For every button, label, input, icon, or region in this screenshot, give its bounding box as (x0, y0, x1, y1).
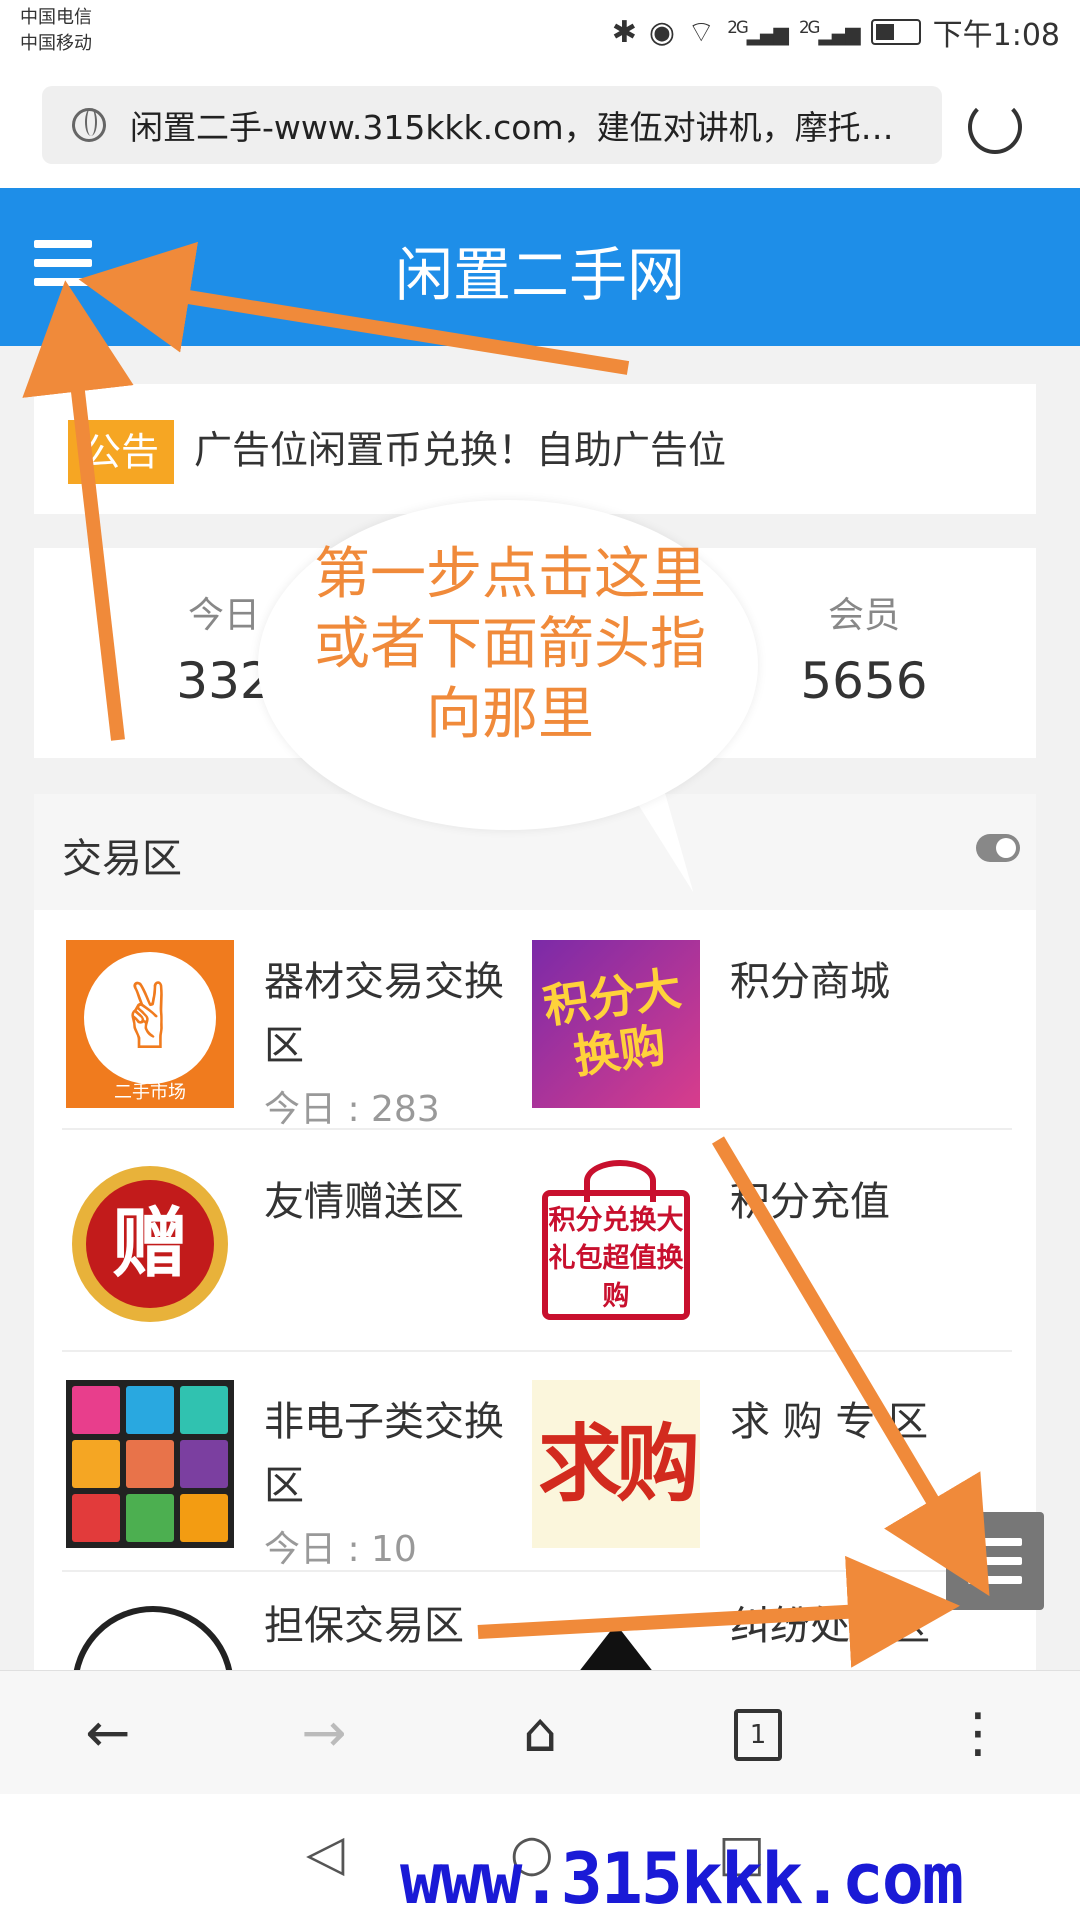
arrow-to-menu-vertical (22, 280, 134, 741)
forward-icon[interactable]: → (284, 1701, 364, 1765)
tabs-icon[interactable]: 1 (734, 1709, 782, 1761)
arrow-to-fab-horizontal (477, 1555, 960, 1668)
browser-bottom-nav: ← → ⌂ 1 ⋮ (0, 1670, 1080, 1795)
system-back-icon[interactable]: ◁ (306, 1824, 344, 1882)
arrow-to-fab-diagonal (711, 1136, 990, 1597)
more-icon[interactable]: ⋮ (938, 1701, 1018, 1765)
home-icon[interactable]: ⌂ (500, 1701, 580, 1765)
watermark: www.315kkk.com (400, 1838, 964, 1920)
annotation-arrows (22, 241, 990, 1668)
back-icon[interactable]: ← (68, 1701, 148, 1765)
arrow-to-menu-horizontal (78, 241, 630, 375)
